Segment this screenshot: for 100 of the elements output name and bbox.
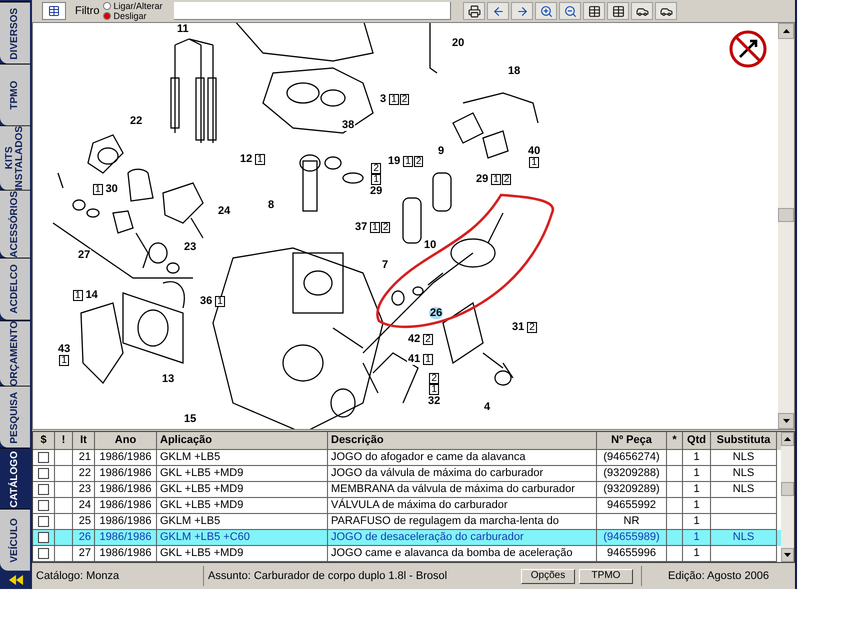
scroll-thumb[interactable]: [781, 482, 794, 496]
car-icon[interactable]: [631, 2, 654, 20]
callout-number[interactable]: 24: [217, 205, 232, 217]
filter-label: Filtro: [75, 4, 100, 19]
sidebar-tab[interactable]: PESQUISA: [0, 386, 30, 448]
status-button[interactable]: Opções: [521, 568, 575, 584]
callout-number[interactable]: 30: [104, 183, 119, 195]
scroll-down-icon[interactable]: [778, 413, 794, 429]
checkbox[interactable]: [38, 532, 49, 543]
callout-number[interactable]: 11: [176, 23, 190, 35]
callout-box: 1: [59, 355, 69, 366]
sidebar-tab[interactable]: CATÁLOGO: [0, 448, 30, 510]
table-row[interactable]: 26 1986/1986 GKLM +LB5 +C60 JOGO de desaceleração do carburador (94655989) 1 NLS: [33, 530, 781, 546]
callout-number[interactable]: 8: [267, 199, 276, 211]
callout-number[interactable]: 36: [199, 295, 214, 307]
callout-box: 1: [423, 354, 433, 364]
callout-number[interactable]: 15: [183, 413, 198, 425]
table-cell: JOGO came e alavanca da bomba de aceleração: [328, 546, 597, 562]
callout-number[interactable]: 37: [354, 221, 368, 233]
callout-box: 2: [371, 163, 381, 174]
sidebar-tab[interactable]: KITS INSTALADOS: [0, 125, 30, 190]
sidebar-tab[interactable]: ACDELCO: [0, 258, 30, 320]
checkbox[interactable]: [38, 484, 49, 495]
zoom-in-icon[interactable]: [535, 2, 558, 20]
table-cell: 27: [73, 546, 95, 562]
callout-number[interactable]: 12: [239, 153, 254, 165]
callout-box: 1: [73, 290, 83, 300]
sidebar-tab[interactable]: TPMO: [0, 64, 30, 126]
table-scrollbar[interactable]: [781, 432, 794, 562]
table-cell: 1986/1986: [95, 546, 157, 562]
callout-number[interactable]: 3: [379, 93, 388, 105]
callout-box: 1: [93, 184, 103, 194]
checkbox[interactable]: [38, 500, 49, 511]
callout-box: 1: [403, 156, 413, 166]
table-cell: 94655996: [597, 546, 667, 562]
radio-button[interactable]: [103, 12, 112, 20]
sidebar-tab[interactable]: ORÇAMENTO: [0, 320, 30, 386]
callout-number[interactable]: 10: [423, 239, 438, 251]
scroll-up-icon[interactable]: [778, 23, 794, 39]
sidebar-tab[interactable]: DIVERSOS: [0, 2, 30, 64]
callout-box: 2: [423, 334, 433, 344]
subject-status: Assunto: Carburador de corpo duplo 1.8l - Brosol: [207, 568, 448, 584]
callout-number[interactable]: 29: [369, 185, 384, 197]
car-icon[interactable]: [655, 2, 678, 20]
callout-box: 2: [414, 156, 424, 166]
table-cell: GKL +LB5 +MD9: [157, 546, 328, 562]
checkbox[interactable]: [38, 548, 49, 559]
callout-box: 2: [527, 322, 537, 332]
catalog-status: Catálogo: Monza: [32, 566, 204, 586]
callout-number[interactable]: 20: [451, 37, 466, 49]
callout-number[interactable]: 32: [427, 395, 442, 407]
callout-number[interactable]: 19: [387, 155, 402, 167]
callout-box: 2: [429, 373, 439, 384]
edition-status: Edição: Agosto 2006: [641, 566, 795, 586]
callout-box: 1: [371, 174, 381, 185]
grid-icon[interactable]: [583, 2, 606, 20]
callout-number[interactable]: 29: [475, 173, 490, 185]
radio-label: Desligar: [113, 11, 146, 21]
search-field[interactable]: [174, 2, 452, 20]
callout-box: 1: [215, 296, 225, 306]
callout-number[interactable]: 7: [381, 259, 390, 271]
callout-number[interactable]: 40: [527, 145, 542, 157]
callout-number[interactable]: 14: [84, 289, 99, 301]
callout-number[interactable]: 4: [483, 401, 492, 413]
status-button[interactable]: TPMO: [579, 568, 633, 584]
scroll-thumb[interactable]: [778, 208, 794, 222]
table-cell: 1: [683, 546, 711, 562]
callout-number[interactable]: 9: [437, 145, 446, 157]
checkbox[interactable]: [38, 452, 49, 463]
scroll-up-icon[interactable]: [781, 432, 794, 446]
vertical-scrollbar[interactable]: [778, 23, 794, 429]
no-entry-icon[interactable]: [728, 29, 768, 69]
callout-box: 2: [400, 94, 410, 104]
table-icon[interactable]: [607, 2, 630, 20]
checkbox[interactable]: [38, 468, 49, 479]
zoom-out-icon[interactable]: [559, 2, 582, 20]
radio-button[interactable]: [103, 2, 112, 10]
callout-number[interactable]: 18: [507, 65, 522, 77]
callout-box: 1: [491, 174, 501, 184]
print-icon[interactable]: [463, 2, 486, 20]
callout-box: 1: [529, 157, 539, 168]
callout-number[interactable]: 43: [57, 343, 72, 355]
sidebar-tab[interactable]: VEÍCULO: [0, 509, 30, 571]
scroll-down-icon[interactable]: [781, 548, 794, 562]
callout-number[interactable]: 38: [341, 119, 356, 131]
sidebar-tab[interactable]: ACESSÓRIOS: [0, 190, 30, 258]
callout-box: 1: [370, 222, 380, 232]
callout-number[interactable]: 27: [77, 249, 92, 261]
callout-number[interactable]: 41: [407, 353, 422, 365]
callout-number[interactable]: 23: [183, 241, 198, 253]
callout-box: 1: [389, 94, 399, 104]
callout-number[interactable]: 22: [129, 115, 144, 127]
callout-box: 1: [429, 384, 439, 395]
callout-number[interactable]: 31: [511, 321, 526, 333]
callout-number[interactable]: 42: [407, 333, 422, 345]
callout-box: 2: [502, 174, 512, 184]
callout-number[interactable]: 26: [429, 307, 444, 319]
filter-icon[interactable]: [42, 2, 66, 20]
callout-number[interactable]: 13: [161, 373, 176, 385]
checkbox[interactable]: [38, 516, 49, 527]
